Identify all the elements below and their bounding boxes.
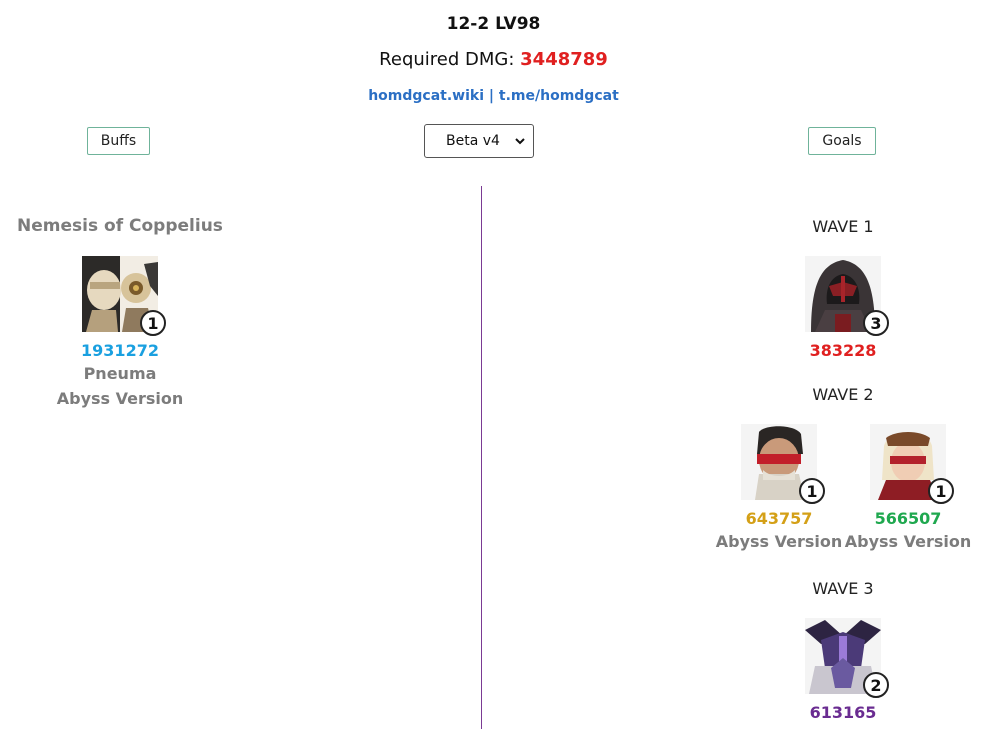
wave-1-enemy: 3 383228 [753,256,933,361]
enemy-portrait[interactable]: 2 [805,618,889,698]
wave-3-label: WAVE 3 [812,579,874,598]
enemy-dmg: 613165 [809,703,877,722]
required-dmg: Required DMG: 3448789 [0,49,987,70]
column-divider [481,186,482,729]
enemy-count-badge: 2 [863,672,889,698]
required-dmg-value: 3448789 [520,49,608,70]
goals-button[interactable]: Goals [808,127,876,155]
enemy-dmg: 566507 [874,509,942,528]
wave-1-label: WAVE 1 [812,217,874,236]
unit-dmg: 1931272 [81,341,159,360]
unit-name: Pneuma [83,364,157,383]
wave-3-enemy: 2 613165 [753,618,933,723]
enemy-portrait[interactable]: 1 [741,424,825,504]
header-links: homdgcat.wiki | t.me/homdgcat [0,88,987,104]
enemy-version: Abyss Version [844,532,972,551]
pneuma-portrait[interactable]: 1 [82,256,166,336]
wave-2-enemy-2: 1 566507 Abyss Version [818,424,987,554]
enemy-portrait[interactable]: 3 [805,256,889,336]
unit-count-badge: 1 [140,310,166,336]
required-dmg-label: Required DMG: [379,49,521,70]
version-select-value: Beta v4 [446,133,500,149]
enemy-dmg: 383228 [809,341,877,360]
page-root: 12-2 LV98 Required DMG: 3448789 homdgcat… [0,0,987,729]
enemy-portrait[interactable]: 1 [870,424,954,504]
unit-version: Abyss Version [56,389,184,408]
telegram-link[interactable]: t.me/homdgcat [499,88,619,104]
version-select[interactable]: Beta v4 [424,124,534,158]
enemy-count-badge: 3 [863,310,889,336]
enemy-count-badge: 1 [928,478,954,504]
wiki-link[interactable]: homdgcat.wiki [368,88,484,104]
team-name: Nemesis of Coppelius [17,216,223,236]
team-unit-card: 1 1931272 Pneuma Abyss Version [30,256,210,411]
buffs-button[interactable]: Buffs [87,127,150,155]
page-title: 12-2 LV98 [446,14,541,34]
wave-2-label: WAVE 2 [812,385,874,404]
link-separator: | [484,88,499,104]
chevron-down-icon [515,138,525,145]
